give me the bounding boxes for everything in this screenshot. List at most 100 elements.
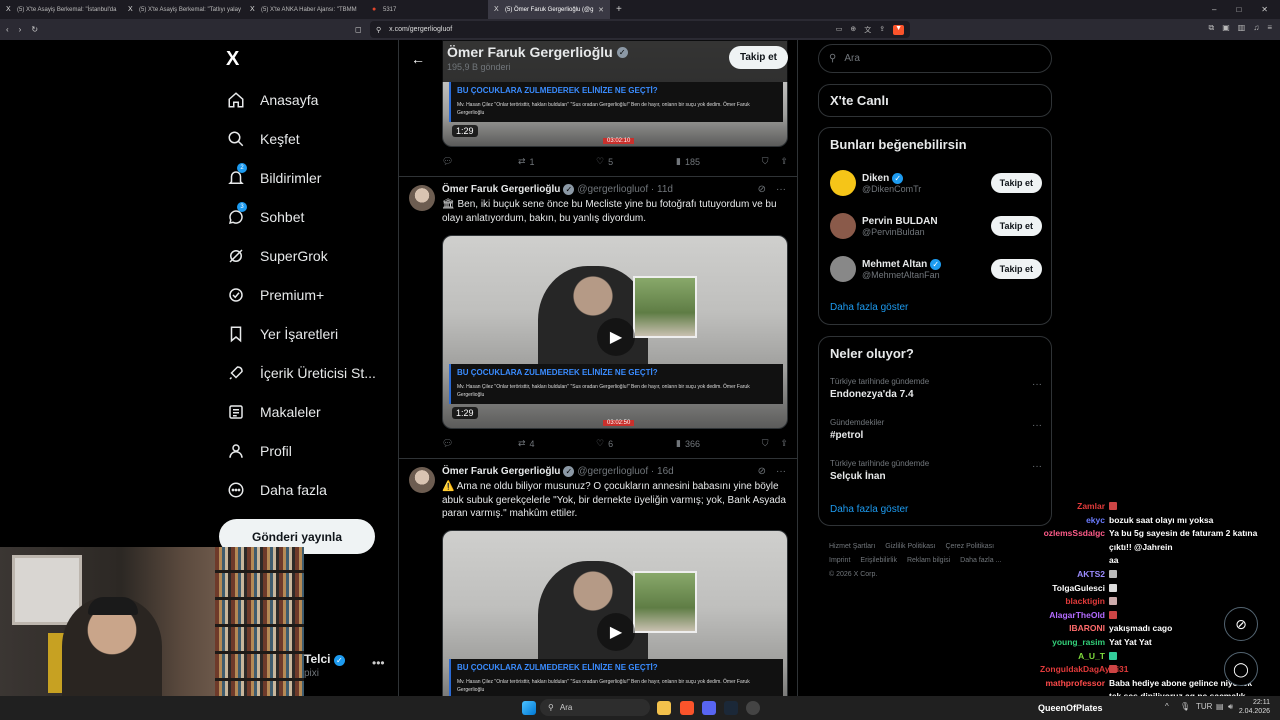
address-bar[interactable]: ⚲ x.com/gergerliogluof ▭ ⊕ 文 ⇪ ▼ [370,21,910,38]
grok-fab-button[interactable]: ⊘ [1224,607,1258,641]
site-info-icon[interactable]: ⚲ [376,26,381,34]
grok-icon[interactable]: ⊘ [758,184,766,195]
follow-button[interactable]: Takip et [990,259,1042,279]
clock[interactable]: 22:11 2.04.2026 [1239,698,1270,716]
new-tab-button[interactable]: + [610,4,628,15]
bookmark-icon[interactable]: ⛉ [762,438,769,449]
browser-tab[interactable]: ● 5317 [366,0,488,19]
bookmark-icon[interactable]: ⛉ [762,156,769,167]
sidebar-item-more[interactable]: Daha fazla [226,470,396,509]
browser-tab-active[interactable]: X (5) Ömer Faruk Gergerlioğlu (@g ✕ [488,0,610,19]
wallet-icon[interactable]: ▣ [1222,23,1230,33]
translate-icon[interactable]: 文 [864,25,871,35]
share-icon[interactable]: ⇪ [780,438,788,449]
sidebar-item-home[interactable]: Anasayfa [226,80,396,119]
like-button[interactable]: ♡ 6 [596,438,676,449]
lang-indicator[interactable]: TUR [1196,702,1212,711]
sidebar-item-profile[interactable]: Profil [226,431,396,470]
play-icon[interactable]: ▶ [597,318,635,356]
suggestion-item[interactable]: Diken ✓ @DikenComTr Takip et [830,165,1042,201]
emote-icon [1109,610,1117,619]
follow-button[interactable]: Takip et [990,173,1042,193]
sidebar-item-supergrok[interactable]: SuperGrok [226,236,396,275]
suggestion-item[interactable]: Mehmet Altan ✓ @MehmetAltanFan Takip et [830,251,1042,287]
grok-icon[interactable]: ⊘ [758,466,766,477]
media-icon[interactable]: ♫ [1253,23,1259,33]
account-name[interactable]: Telci ✓ [304,652,345,666]
video-thumbnail[interactable]: ▶ BU ÇOCUKLARA ZULMEDEREK ELİNİZE NE GEÇ… [442,235,788,429]
follow-button[interactable]: Takip et [990,216,1042,236]
sidebar-item-articles[interactable]: Makaleler [226,392,396,431]
share-icon[interactable]: ⇪ [780,156,788,167]
show-more-link[interactable]: Daha fazla göster [830,504,908,515]
trend-item[interactable]: Türkiye tarihinde gündemde Endonezya'da 7… [830,377,1042,400]
browser-tab[interactable]: X (5) X'te ANKA Haber Ajansı: "TBMM [244,0,366,19]
post-card[interactable]: Ömer Faruk Gergerlioğlu ✓ @gergerliogluof … [399,459,797,696]
views-button[interactable]: ▮ 185 [676,156,758,167]
menu-icon[interactable]: ≡ [1267,23,1272,33]
post-card[interactable]: Ömer Faruk Gergerlioğlu ✓ @gergerliogluof … [399,177,797,459]
sidebar-item-chat[interactable]: 3 Sohbet [226,197,396,236]
browser-tab[interactable]: X (5) X'te Asayiş Berkemal: "İstanbul'da [0,0,122,19]
like-button[interactable]: ♡ 5 [596,156,676,167]
sidebar-item-premium[interactable]: Premium+ [226,275,396,314]
obs-icon[interactable] [746,701,760,715]
sidebar-item-explore[interactable]: Keşfet [226,119,396,158]
reader-icon[interactable]: ▭ [836,25,843,35]
reply-button[interactable]: 💬︎ [442,438,518,449]
maximize-icon[interactable]: □ [1236,5,1241,14]
trend-item[interactable]: Türkiye tarihinde gündemde Selçuk İnan ··· [830,459,1042,482]
brave-icon[interactable] [680,701,694,715]
search-input[interactable]: ⚲ Ara [818,44,1052,73]
views-button[interactable]: ▮ 366 [676,438,758,449]
more-dots-icon[interactable]: ··· [776,466,786,477]
minimize-icon[interactable]: – [1212,5,1216,14]
avatar[interactable] [409,185,435,211]
show-more-link[interactable]: Daha fazla göster [830,302,908,313]
brave-shield-icon[interactable]: ▼ [893,24,904,35]
extensions-icon[interactable]: ⧉ [1208,23,1214,33]
tray-chevron-icon[interactable]: ^ [1165,702,1169,711]
avatar[interactable] [409,467,435,493]
more-dots-icon[interactable]: ··· [1032,420,1042,431]
x-logo[interactable]: X [226,48,239,71]
live-card[interactable]: X'te Canlı [818,84,1052,117]
steam-icon[interactable] [724,701,738,715]
close-window-icon[interactable]: ✕ [1261,5,1268,14]
more-dots-icon[interactable]: ··· [776,184,786,195]
verified-icon: ✓ [930,258,942,270]
file-explorer-icon[interactable] [657,701,671,715]
taskbar-search[interactable]: ⚲ Ara [540,699,650,716]
bookmark-page-icon[interactable]: ◻ [355,25,362,34]
share-icon[interactable]: ⇪ [879,25,885,35]
video-thumbnail[interactable]: ▶ BU ÇOCUKLARA ZULMEDEREK ELİNİZE NE GEÇ… [442,530,788,696]
zoom-icon[interactable]: ⊕ [850,25,856,35]
play-icon[interactable]: ▶ [597,613,635,651]
more-dots-icon[interactable]: ··· [1032,379,1042,390]
sidebar-item-bookmarks[interactable]: Yer İşaretleri [226,314,396,353]
network-icon[interactable]: ▤ [1216,702,1224,711]
messages-fab-button[interactable]: ◯ [1224,652,1258,686]
repost-button[interactable]: ⇄ 4 [518,438,596,449]
forward-nav-icon[interactable]: › [19,25,22,34]
suggestion-item[interactable]: Pervin BULDAN @PervinBuldan Takip et [830,208,1042,244]
follow-button[interactable]: Takip et [728,46,788,69]
app-icon[interactable] [702,701,716,715]
more-dots-icon[interactable]: ··· [1032,461,1042,472]
browser-tab[interactable]: X (5) X'te Asayiş Berkemal: "Tatlıyı yala… [122,0,244,19]
close-tab-icon[interactable]: ✕ [598,6,604,14]
trend-item[interactable]: Gündemdekiler #petrol ··· [830,418,1042,441]
chat-line: ekyc bozuk saat olayı mı yoksa [1086,514,1214,525]
sidebar-toggle-icon[interactable]: ▥ [1238,23,1246,33]
sidebar-item-creator-studio[interactable]: İçerik Üreticisi St... [226,353,396,392]
reply-button[interactable]: 💬︎ [442,156,518,167]
repost-button[interactable]: ⇄ 1 [518,156,596,167]
reload-icon[interactable]: ↻ [31,25,38,34]
volume-icon[interactable]: 🔊︎ [1228,702,1233,712]
mic-icon[interactable]: 🎙︎ [1180,702,1190,711]
account-menu-icon[interactable]: ••• [372,656,385,670]
back-arrow-icon[interactable]: ← [411,51,425,67]
sidebar-item-notifications[interactable]: 2 Bildirimler [226,158,396,197]
back-nav-icon[interactable]: ‹ [6,25,9,34]
windows-start-icon[interactable] [522,701,536,715]
